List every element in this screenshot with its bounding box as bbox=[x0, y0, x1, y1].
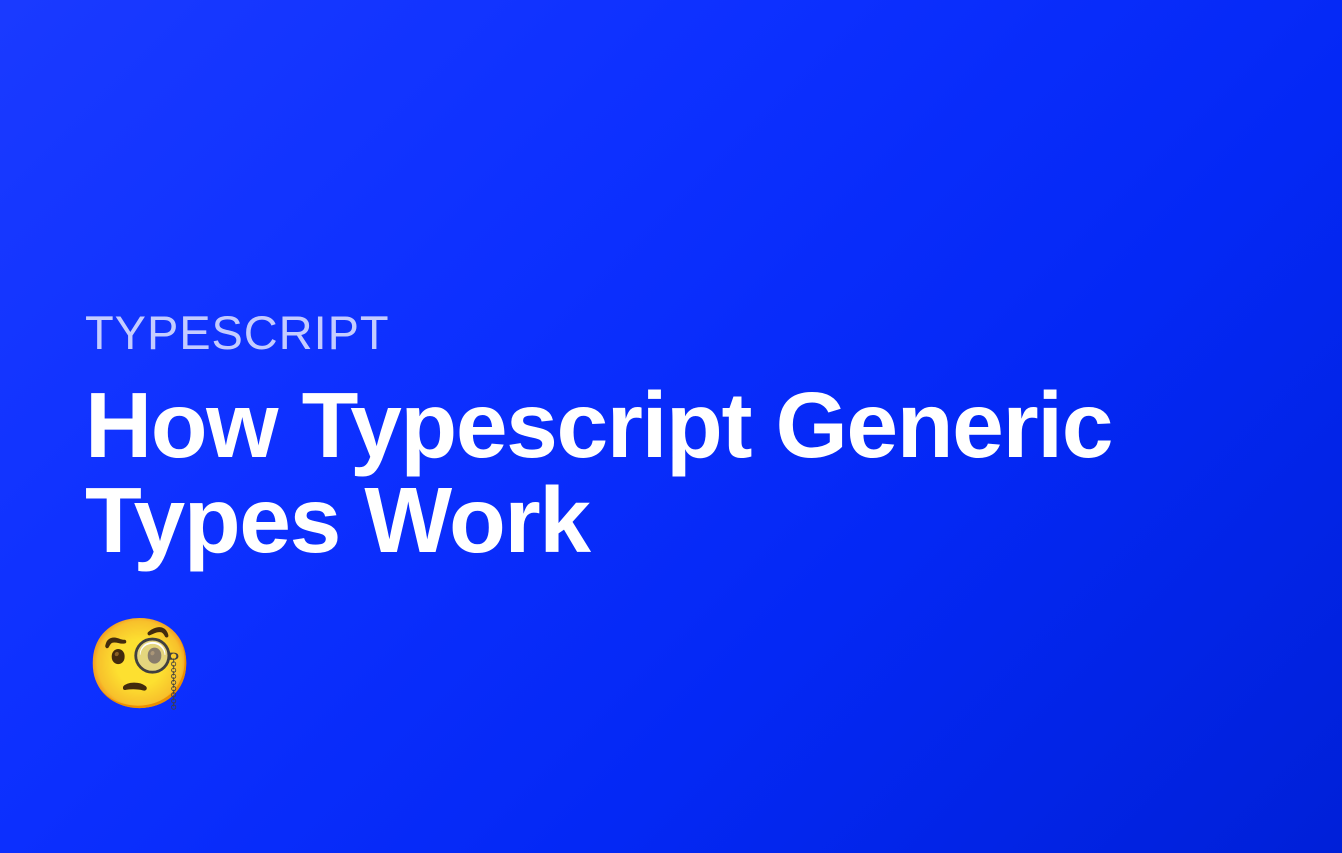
category-label: TYPESCRIPT bbox=[85, 305, 1265, 360]
monocle-emoji-icon: 🧐 bbox=[85, 620, 195, 708]
page-title: How Typescript Generic Types Work bbox=[85, 378, 1265, 568]
hero-content: TYPESCRIPT How Typescript Generic Types … bbox=[85, 305, 1265, 708]
